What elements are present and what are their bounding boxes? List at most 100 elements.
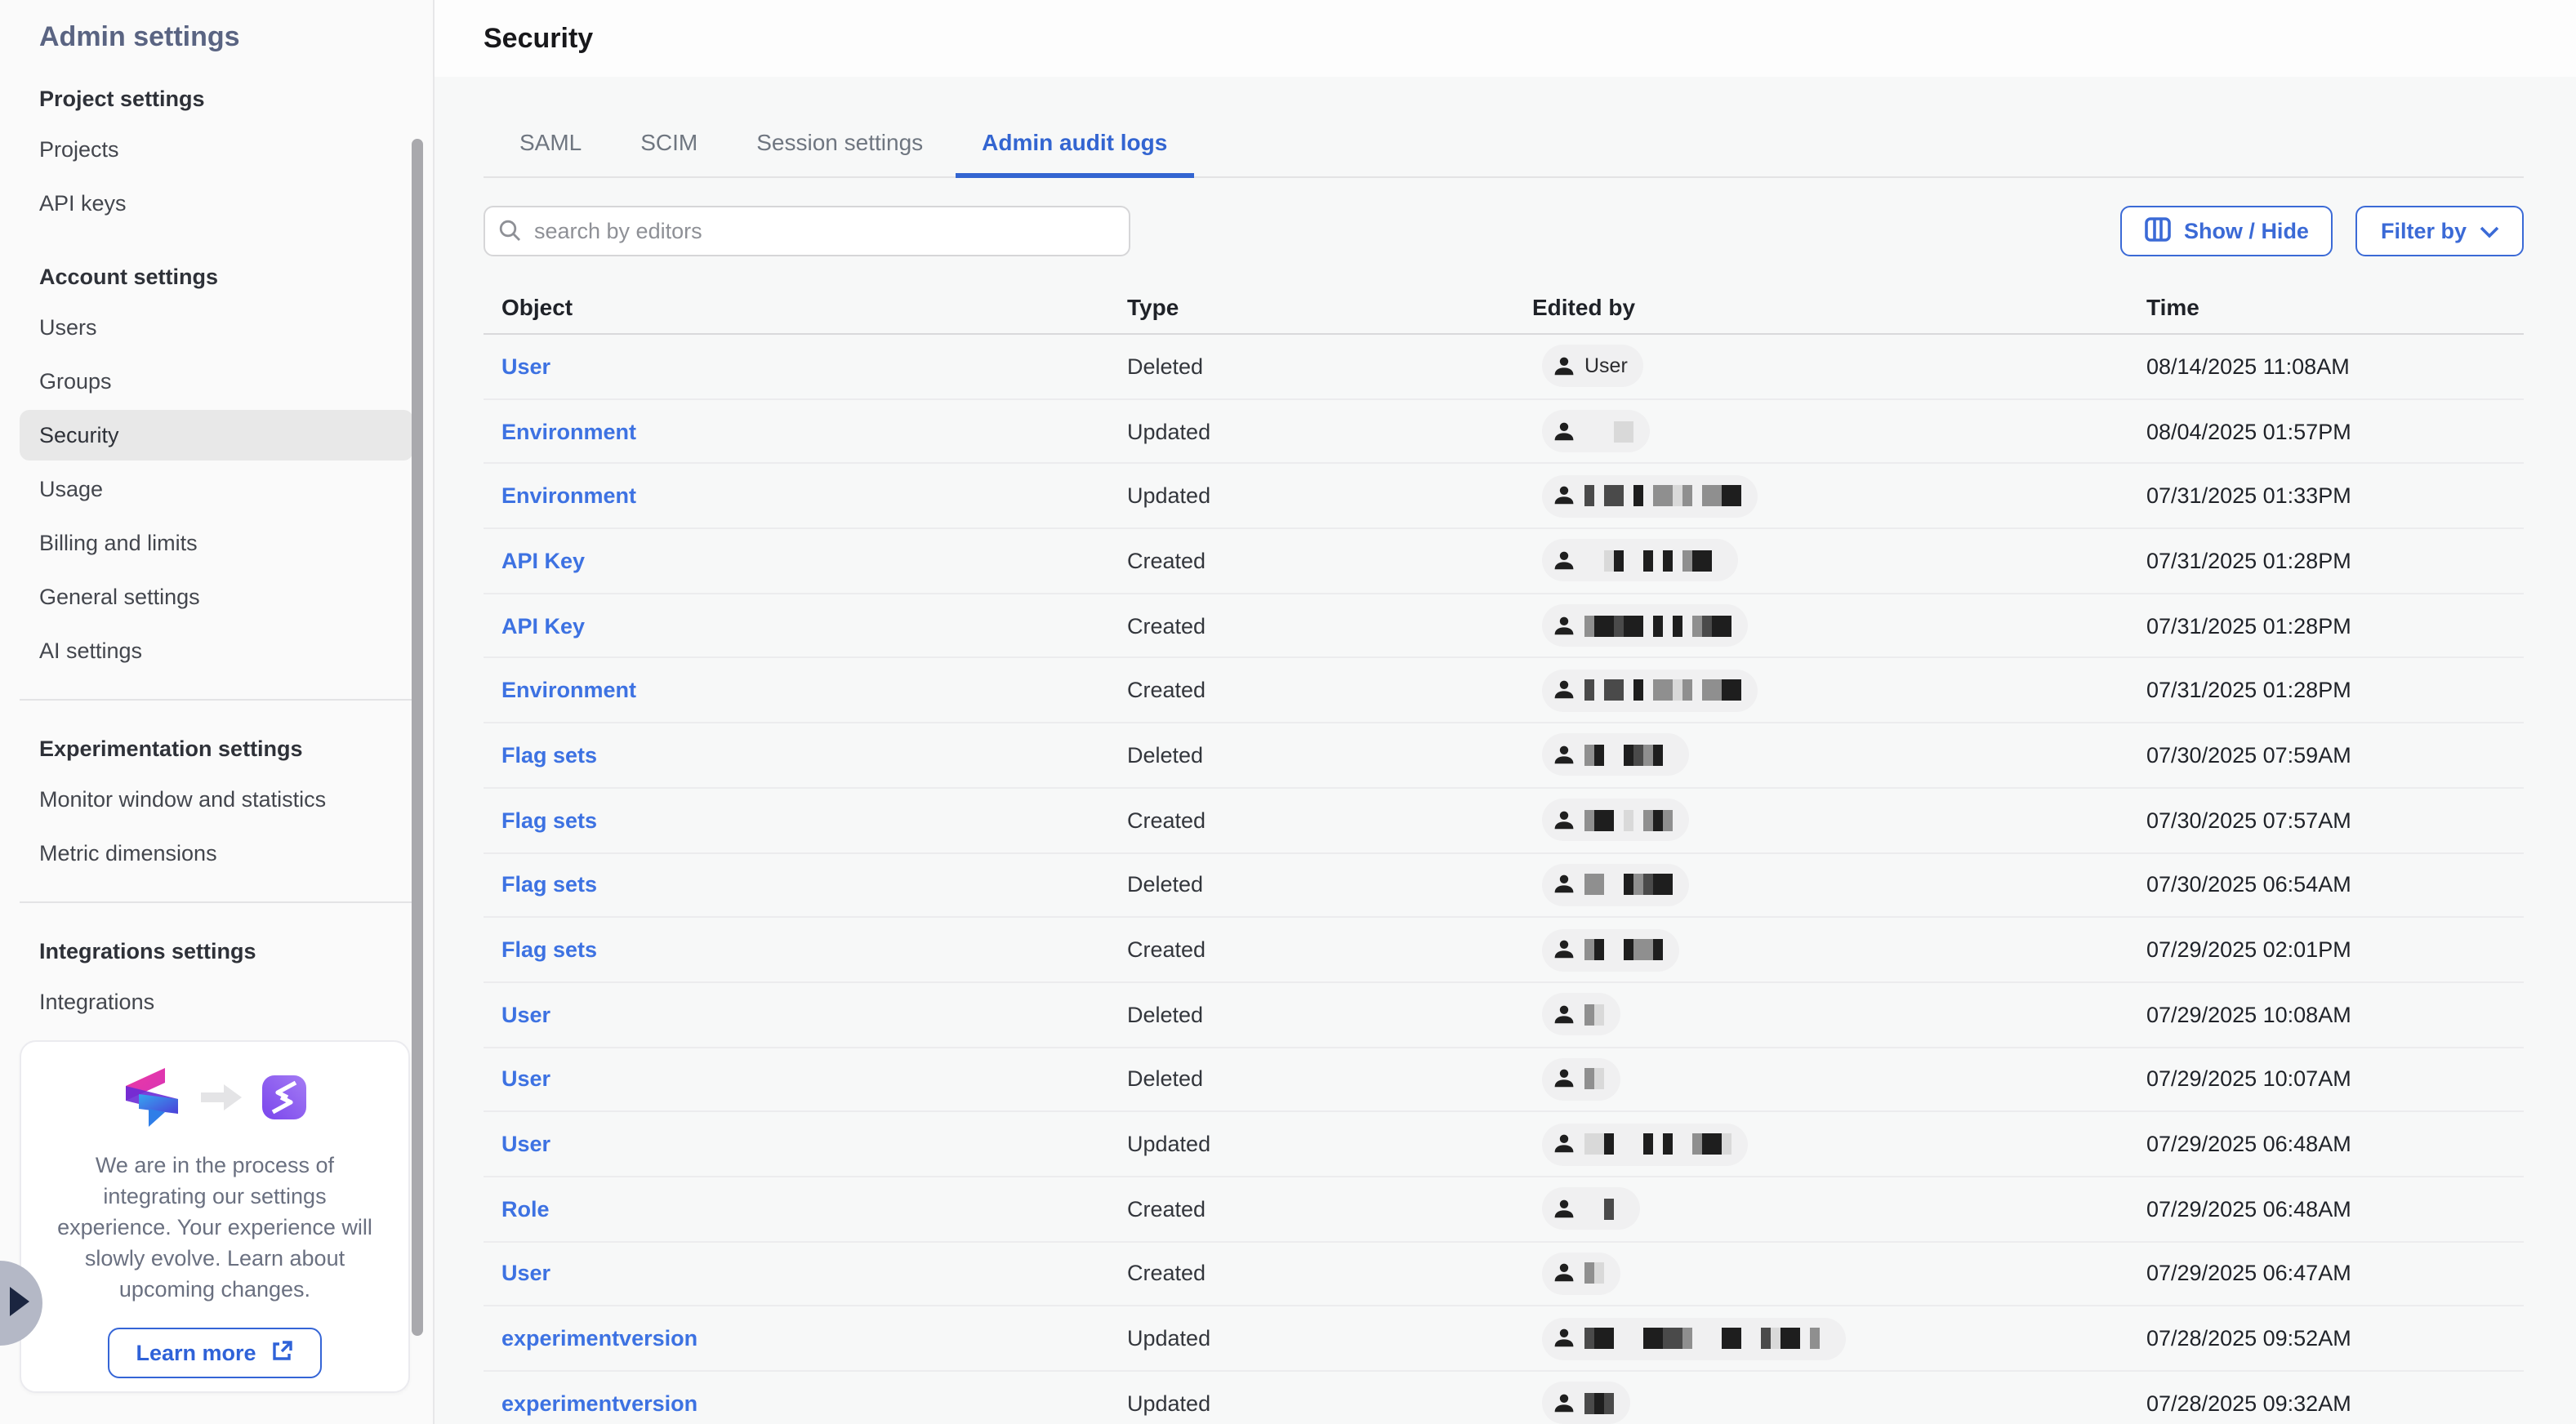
editor-chip [1542, 734, 1689, 777]
editor-chip [1542, 1123, 1748, 1165]
app-viewport: Admin settings Project settingsProjectsA… [0, 0, 2576, 1424]
editor-chip [1542, 604, 1748, 647]
tab-admin-audit-logs[interactable]: Admin audit logs [956, 116, 1193, 176]
type-cell: Created [1127, 549, 1532, 573]
editor-chip [1542, 1382, 1630, 1424]
tab-saml[interactable]: SAML [493, 116, 608, 176]
editor-chip [1542, 670, 1758, 712]
show-hide-columns-button[interactable]: Show / Hide [2120, 206, 2333, 256]
redacted-editor-name [1584, 680, 1741, 701]
editor-chip [1542, 799, 1689, 841]
redacted-editor-name [1584, 1069, 1604, 1090]
audit-log-table: Object Type Edited by Time UserDeletedUs… [484, 279, 2524, 1424]
columns-icon [2145, 216, 2171, 246]
edited-by-cell [1532, 1382, 2146, 1424]
object-link[interactable]: Flag sets [501, 808, 597, 832]
time-cell: 07/30/2025 06:54AM [2146, 873, 2524, 897]
sidebar-item-ai-settings[interactable]: AI settings [20, 625, 413, 676]
object-link[interactable]: Flag sets [501, 873, 597, 897]
main-content: Security SAMLSCIMSession settingsAdmin a… [435, 0, 2576, 1424]
edited-by-cell: User [1532, 345, 2146, 388]
object-link[interactable]: Role [501, 1197, 550, 1222]
object-link[interactable]: API Key [501, 549, 585, 573]
sidebar-section-heading: Project settings [0, 54, 433, 121]
type-cell: Created [1127, 1197, 1532, 1222]
person-icon [1552, 1067, 1576, 1092]
type-cell: Created [1127, 808, 1532, 832]
redacted-editor-name [1584, 1133, 1731, 1155]
redacted-editor-name [1584, 615, 1731, 636]
object-link[interactable]: Environment [501, 679, 636, 703]
column-header-time: Time [2146, 293, 2524, 319]
tab-session-settings[interactable]: Session settings [730, 116, 949, 176]
column-header-type: Type [1127, 293, 1532, 319]
edited-by-cell [1532, 1253, 2146, 1295]
person-icon [1552, 613, 1576, 638]
search-input[interactable] [484, 206, 1130, 256]
type-cell: Created [1127, 613, 1532, 638]
editor-chip [1542, 864, 1689, 906]
table-row: Flag setsDeleted07/30/2025 06:54AM [484, 853, 2524, 918]
editor-chip [1542, 410, 1650, 452]
search-wrap [484, 206, 1130, 256]
time-cell: 07/31/2025 01:28PM [2146, 613, 2524, 638]
table-row: UserCreated07/29/2025 06:47AM [484, 1242, 2524, 1306]
editor-chip [1542, 1058, 1620, 1101]
object-link[interactable]: User [501, 1132, 550, 1156]
learn-more-button[interactable]: Learn more [108, 1328, 321, 1378]
sidebar-item-groups[interactable]: Groups [20, 356, 413, 407]
toolbar: Show / Hide Filter by [484, 206, 2524, 256]
object-link[interactable]: Environment [501, 419, 636, 443]
sidebar-item-monitor-window-and-statistics[interactable]: Monitor window and statistics [20, 774, 413, 825]
filter-by-button[interactable]: Filter by [2356, 206, 2524, 256]
object-link[interactable]: Flag sets [501, 743, 597, 768]
sidebar-section-heading: Experimentation settings [0, 704, 433, 771]
object-link[interactable]: User [501, 1067, 550, 1092]
time-cell: 07/29/2025 02:01PM [2146, 937, 2524, 962]
edited-by-cell [1532, 1188, 2146, 1230]
column-header-object: Object [501, 293, 1127, 319]
time-cell: 07/30/2025 07:57AM [2146, 808, 2524, 832]
object-link[interactable]: User [501, 1002, 550, 1026]
sidebar-item-security[interactable]: Security [20, 410, 413, 461]
type-cell: Updated [1127, 1132, 1532, 1156]
sidebar: Admin settings Project settingsProjectsA… [0, 0, 435, 1424]
person-icon [1552, 808, 1576, 832]
object-link[interactable]: experimentversion [501, 1391, 697, 1416]
sidebar-item-integrations[interactable]: Integrations [20, 977, 413, 1027]
sidebar-item-usage[interactable]: Usage [20, 464, 413, 514]
type-cell: Updated [1127, 419, 1532, 443]
redacted-editor-name [1584, 1393, 1614, 1414]
sidebar-item-billing-and-limits[interactable]: Billing and limits [20, 518, 413, 568]
object-link[interactable]: Flag sets [501, 937, 597, 962]
sidebar-item-general-settings[interactable]: General settings [20, 572, 413, 622]
editor-chip [1542, 1188, 1640, 1230]
sidebar-item-metric-dimensions[interactable]: Metric dimensions [20, 828, 413, 879]
sidebar-item-api-keys[interactable]: API keys [20, 178, 413, 229]
object-link[interactable]: API Key [501, 613, 585, 638]
type-cell: Created [1127, 937, 1532, 962]
sidebar-scrollbar-thumb[interactable] [412, 139, 423, 1336]
sidebar-section-heading: Integrations settings [0, 906, 433, 973]
external-link-icon [270, 1338, 294, 1368]
sidebar-divider [20, 901, 413, 903]
sidebar-divider [20, 699, 413, 701]
tab-scim[interactable]: SCIM [614, 116, 724, 176]
edited-by-cell [1532, 993, 2146, 1035]
time-cell: 08/04/2025 01:57PM [2146, 419, 2524, 443]
object-link[interactable]: User [501, 354, 550, 379]
table-row: EnvironmentUpdated07/31/2025 01:33PM [484, 465, 2524, 529]
person-icon [1552, 1326, 1576, 1351]
object-link[interactable]: experimentversion [501, 1326, 697, 1351]
object-link[interactable]: Environment [501, 483, 636, 508]
sidebar-item-users[interactable]: Users [20, 302, 413, 353]
object-link[interactable]: User [501, 1262, 550, 1286]
sidebar-item-projects[interactable]: Projects [20, 124, 413, 175]
person-icon [1552, 1132, 1576, 1156]
table-row: Flag sets Created 07/29/2025 02:01PM [484, 918, 2524, 982]
person-icon [1552, 419, 1576, 443]
edited-by-cell [1532, 734, 2146, 777]
time-cell: 07/30/2025 07:59AM [2146, 743, 2524, 768]
table-row: RoleCreated07/29/2025 06:48AM [484, 1177, 2524, 1242]
type-cell: Created [1127, 679, 1532, 703]
